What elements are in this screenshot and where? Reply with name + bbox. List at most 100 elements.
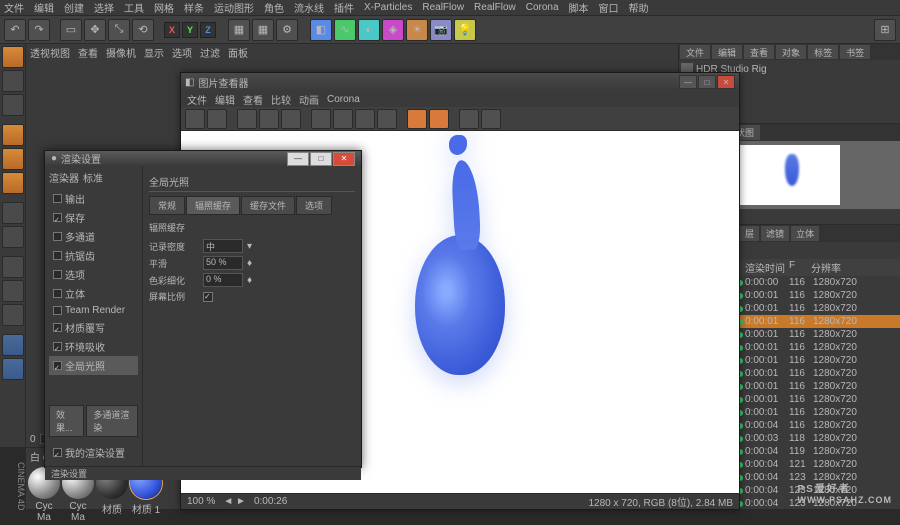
- camera-primitive[interactable]: 📷: [430, 19, 452, 41]
- multipass-button[interactable]: 多通道渲染: [86, 405, 138, 437]
- rs-item[interactable]: 立体: [49, 284, 138, 303]
- scale-tool[interactable]: ⤡: [108, 19, 130, 41]
- snap-toggle[interactable]: [2, 256, 24, 278]
- menu-脚本[interactable]: 脚本: [569, 0, 589, 15]
- menu-创建[interactable]: 创建: [64, 0, 84, 15]
- my-render-settings[interactable]: 我的渲染设置: [49, 443, 138, 462]
- obj-tab[interactable]: 查看: [744, 45, 774, 59]
- menu-网格[interactable]: 网格: [154, 0, 174, 15]
- generator-primitive[interactable]: ◐: [358, 19, 380, 41]
- pv-menu-item[interactable]: 比较: [271, 92, 291, 107]
- obj-tab[interactable]: 书签: [840, 45, 870, 59]
- maximize-button[interactable]: □: [698, 75, 716, 89]
- vp-tab[interactable]: 摄像机: [106, 45, 136, 60]
- xp-tool-1[interactable]: [2, 334, 24, 356]
- pv-play-button[interactable]: [459, 109, 479, 129]
- hist-tab[interactable]: 立体: [791, 226, 819, 241]
- undo-button[interactable]: ↶: [4, 19, 26, 41]
- rs-item[interactable]: 全局光照: [49, 356, 138, 375]
- y-axis-toggle[interactable]: Y: [182, 22, 198, 38]
- menu-窗口[interactable]: 窗口: [599, 0, 619, 15]
- obj-tab[interactable]: 编辑: [712, 45, 742, 59]
- pv-menu-item[interactable]: 查看: [243, 92, 263, 107]
- vp-tab[interactable]: 显示: [144, 45, 164, 60]
- record-density-select[interactable]: 中: [203, 239, 243, 253]
- rs-item[interactable]: 材质覆写: [49, 318, 138, 337]
- minimize-button[interactable]: —: [287, 152, 309, 166]
- menu-RealFlow[interactable]: RealFlow: [422, 2, 464, 13]
- minimize-button[interactable]: —: [679, 75, 697, 89]
- close-button[interactable]: ✕: [717, 75, 735, 89]
- vp-tab[interactable]: 透视视图: [30, 45, 70, 60]
- move-tool[interactable]: ✥: [84, 19, 106, 41]
- environment-primitive[interactable]: ☀: [406, 19, 428, 41]
- hist-tab[interactable]: 滤镜: [761, 226, 789, 241]
- rs-titlebar[interactable]: ● 渲染设置 — □ ✕: [45, 151, 361, 166]
- menu-X-Particles[interactable]: X-Particles: [364, 2, 412, 13]
- menu-流水线[interactable]: 流水线: [294, 0, 324, 15]
- rs-tab[interactable]: 缓存文件: [241, 196, 295, 215]
- smoothing-input[interactable]: 50 %: [203, 256, 243, 270]
- menu-插件[interactable]: 插件: [334, 0, 354, 15]
- rs-item[interactable]: 保存: [49, 208, 138, 227]
- rs-tab[interactable]: 常规: [149, 196, 185, 215]
- model-mode[interactable]: [2, 46, 24, 68]
- pv-stop-button[interactable]: [481, 109, 501, 129]
- pv-menu-item[interactable]: 编辑: [215, 92, 235, 107]
- pv-ab-button[interactable]: [407, 109, 427, 129]
- rs-item[interactable]: 输出: [49, 189, 138, 208]
- spline-primitive[interactable]: ∿: [334, 19, 356, 41]
- texture-mode[interactable]: [2, 70, 24, 92]
- maximize-button[interactable]: □: [310, 152, 332, 166]
- vp-tab[interactable]: 查看: [78, 45, 98, 60]
- edge-mode[interactable]: [2, 148, 24, 170]
- pv-menu-item[interactable]: 文件: [187, 92, 207, 107]
- workplane-mode[interactable]: [2, 94, 24, 116]
- deformer-primitive[interactable]: ◈: [382, 19, 404, 41]
- workplane-toggle[interactable]: [2, 280, 24, 302]
- hist-tab[interactable]: 层: [740, 226, 759, 241]
- menu-角色[interactable]: 角色: [264, 0, 284, 15]
- pv-fullscreen-button[interactable]: [355, 109, 375, 129]
- axis-mode[interactable]: [2, 202, 24, 224]
- vp-tab[interactable]: 面板: [228, 45, 248, 60]
- layout-button[interactable]: ⊞: [874, 19, 896, 41]
- menu-RealFlow[interactable]: RealFlow: [474, 2, 516, 13]
- pv-save-button[interactable]: [185, 109, 205, 129]
- render-pv-button[interactable]: ▦: [252, 19, 274, 41]
- z-axis-toggle[interactable]: Z: [200, 22, 216, 38]
- vp-tab[interactable]: 过滤: [200, 45, 220, 60]
- rs-item[interactable]: 选项: [49, 265, 138, 284]
- obj-tab[interactable]: 标签: [808, 45, 838, 59]
- obj-tab[interactable]: 对象: [776, 45, 806, 59]
- pv-menu-item[interactable]: 动画: [299, 92, 319, 107]
- pv-open-button[interactable]: [207, 109, 227, 129]
- menu-选择[interactable]: 选择: [94, 0, 114, 15]
- menu-运动图形[interactable]: 运动图形: [214, 0, 254, 15]
- pv-menu-item[interactable]: Corona: [327, 94, 360, 105]
- renderer-select[interactable]: 标准: [83, 170, 103, 185]
- menu-样条[interactable]: 样条: [184, 0, 204, 15]
- pv-ab2-button[interactable]: [429, 109, 449, 129]
- cube-primitive[interactable]: ◧: [310, 19, 332, 41]
- render-settings-button[interactable]: ⚙: [276, 19, 298, 41]
- color-refine-input[interactable]: 0 %: [203, 273, 243, 287]
- pv-histogram-button[interactable]: [237, 109, 257, 129]
- pv-titlebar[interactable]: ◧ 图片查看器 — □ ✕: [181, 73, 739, 91]
- pv-rgb-button[interactable]: [281, 109, 301, 129]
- rs-item[interactable]: 环境吸收: [49, 337, 138, 356]
- redo-button[interactable]: ↷: [28, 19, 50, 41]
- menu-帮助[interactable]: 帮助: [629, 0, 649, 15]
- screen-ratio-checkbox[interactable]: [203, 292, 213, 302]
- rs-item[interactable]: 多通道: [49, 227, 138, 246]
- menu-Corona[interactable]: Corona: [526, 2, 559, 13]
- pv-compare-button[interactable]: [259, 109, 279, 129]
- render-button[interactable]: ▦: [228, 19, 250, 41]
- pv-zoom-fit-button[interactable]: [311, 109, 331, 129]
- menu-文件[interactable]: 文件: [4, 0, 24, 15]
- close-button[interactable]: ✕: [333, 152, 355, 166]
- rs-item[interactable]: Team Render: [49, 303, 138, 318]
- menu-编辑[interactable]: 编辑: [34, 0, 54, 15]
- effect-button[interactable]: 效果...: [49, 405, 84, 437]
- menu-工具[interactable]: 工具: [124, 0, 144, 15]
